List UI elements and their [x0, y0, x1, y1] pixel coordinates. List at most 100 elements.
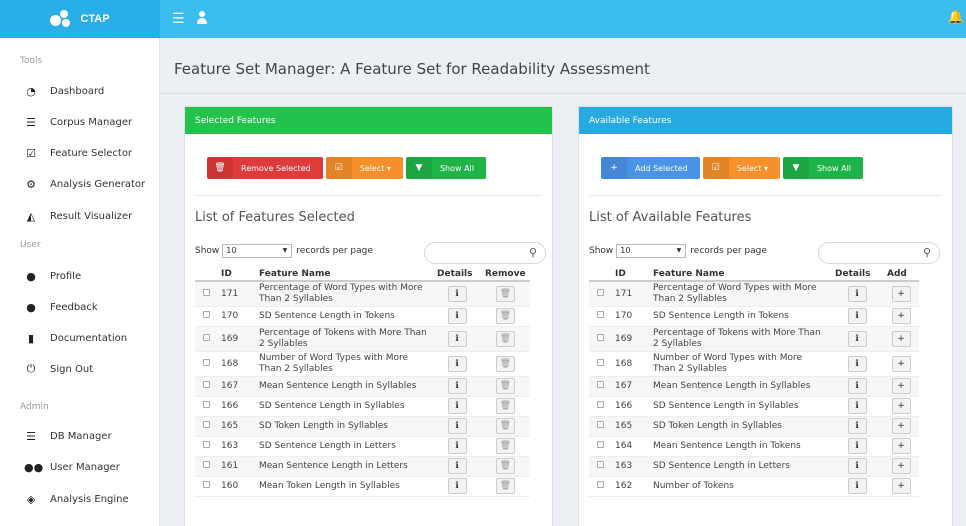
info-icon[interactable]: ℹ: [847, 418, 867, 434]
table-row[interactable]: 167 Mean Sentence Length in Syllables ℹ +: [589, 376, 919, 397]
show-all-button[interactable]: ▼ Show All: [782, 157, 864, 179]
info-icon[interactable]: ℹ: [847, 398, 867, 414]
row-checkbox[interactable]: [596, 288, 604, 296]
row-checkbox[interactable]: [202, 441, 210, 448]
sidebar-item-user-manager[interactable]: ●● User Manager: [0, 457, 160, 477]
bell-icon[interactable]: 🔔: [948, 10, 964, 25]
row-checkbox[interactable]: [596, 358, 604, 366]
trash-icon[interactable]: 🗑: [495, 330, 515, 347]
table-row[interactable]: 171 Percentage of Word Types with More Th…: [589, 281, 919, 307]
info-icon[interactable]: ℹ: [447, 398, 467, 414]
plus-icon[interactable]: +: [891, 438, 911, 454]
row-checkbox[interactable]: [202, 288, 210, 296]
search-input[interactable]: ⚲: [424, 242, 546, 264]
sidebar-item-corpus-manager[interactable]: ☰ Corpus Manager: [0, 112, 160, 132]
info-icon[interactable]: ℹ: [447, 308, 467, 324]
row-checkbox[interactable]: [202, 381, 210, 388]
row-checkbox[interactable]: [596, 481, 604, 488]
sidebar-item-feature-selector[interactable]: ☑ Feature Selector: [0, 143, 160, 163]
table-row[interactable]: 169 Percentage of Tokens with More Than 2…: [589, 326, 919, 352]
sidebar-item-db-manager[interactable]: ☰ DB Manager: [0, 426, 160, 446]
info-icon[interactable]: ℹ: [447, 438, 467, 454]
table-row[interactable]: 171 Percentage of Word Types with More Th…: [195, 281, 530, 307]
table-row[interactable]: 161 Mean Sentence Length in Letters ℹ 🗑: [195, 456, 530, 477]
info-icon[interactable]: ℹ: [447, 418, 467, 434]
row-checkbox[interactable]: [202, 311, 210, 318]
plus-icon[interactable]: +: [891, 398, 911, 414]
info-icon[interactable]: ℹ: [447, 355, 467, 372]
info-icon[interactable]: ℹ: [447, 478, 467, 494]
row-checkbox[interactable]: [596, 311, 604, 318]
plus-icon[interactable]: +: [891, 330, 911, 347]
row-checkbox[interactable]: [202, 358, 210, 366]
info-icon[interactable]: ℹ: [847, 378, 867, 394]
logo[interactable]: CTAP: [0, 0, 160, 38]
sidebar-item-analysis-engine[interactable]: ◈ Analysis Engine: [0, 489, 160, 509]
info-icon[interactable]: ℹ: [847, 330, 867, 347]
info-icon[interactable]: ℹ: [847, 478, 867, 494]
row-checkbox[interactable]: [596, 381, 604, 388]
trash-icon[interactable]: 🗑: [495, 285, 515, 302]
table-row[interactable]: 168 Number of Word Types with More Than 2…: [195, 351, 530, 377]
table-row[interactable]: 168 Number of Word Types with More Than 2…: [589, 351, 919, 377]
info-icon[interactable]: ℹ: [447, 330, 467, 347]
table-row[interactable]: 170 SD Sentence Length in Tokens ℹ 🗑: [195, 306, 530, 327]
row-checkbox[interactable]: [202, 401, 210, 408]
row-checkbox[interactable]: [596, 441, 604, 448]
menu-toggle-icon[interactable]: ☰: [172, 12, 185, 26]
row-checkbox[interactable]: [202, 333, 210, 341]
row-checkbox[interactable]: [202, 461, 210, 468]
table-row[interactable]: 164 Mean Sentence Length in Tokens ℹ +: [589, 436, 919, 457]
plus-icon[interactable]: +: [891, 478, 911, 494]
column-header-name[interactable]: Feature Name: [255, 267, 433, 282]
info-icon[interactable]: ℹ: [447, 378, 467, 394]
column-header-id[interactable]: ID: [217, 267, 255, 282]
trash-icon[interactable]: 🗑: [495, 458, 515, 474]
row-checkbox[interactable]: [596, 421, 604, 428]
table-row[interactable]: 166 SD Sentence Length in Syllables ℹ 🗑: [195, 396, 530, 417]
plus-icon[interactable]: +: [891, 378, 911, 394]
trash-icon[interactable]: 🗑: [495, 438, 515, 454]
row-checkbox[interactable]: [596, 401, 604, 408]
info-icon[interactable]: ℹ: [847, 308, 867, 324]
table-row[interactable]: 163 SD Sentence Length in Letters ℹ 🗑: [195, 436, 530, 457]
row-checkbox[interactable]: [202, 481, 210, 488]
table-row[interactable]: 165 SD Token Length in Syllables ℹ 🗑: [195, 416, 530, 437]
page-size-select[interactable]: 10 ▼: [616, 244, 687, 258]
info-icon[interactable]: ℹ: [847, 438, 867, 454]
table-row[interactable]: 167 Mean Sentence Length in Syllables ℹ 🗑: [195, 376, 530, 397]
remove-selected-button[interactable]: 🗑 Remove Selected: [207, 157, 323, 179]
plus-icon[interactable]: +: [891, 418, 911, 434]
row-checkbox[interactable]: [596, 333, 604, 341]
table-row[interactable]: 165 SD Token Length in Syllables ℹ +: [589, 416, 919, 437]
table-row[interactable]: 160 Mean Token Length in Syllables ℹ 🗑: [195, 476, 530, 497]
info-icon[interactable]: ℹ: [447, 285, 467, 302]
sidebar-item-sign-out[interactable]: ⏻ Sign Out: [0, 359, 160, 379]
trash-icon[interactable]: 🗑: [495, 378, 515, 394]
trash-icon[interactable]: 🗑: [495, 355, 515, 372]
trash-icon[interactable]: 🗑: [495, 478, 515, 494]
user-icon[interactable]: [196, 11, 208, 25]
select-dropdown-button[interactable]: ☑ Select ▾: [325, 157, 403, 179]
add-selected-button[interactable]: + Add Selected: [601, 157, 700, 179]
column-header-name[interactable]: Feature Name: [649, 267, 831, 282]
row-checkbox[interactable]: [202, 421, 210, 428]
info-icon[interactable]: ℹ: [847, 285, 867, 302]
table-row[interactable]: 169 Percentage of Tokens with More Than 2…: [195, 326, 530, 352]
info-icon[interactable]: ℹ: [847, 355, 867, 372]
select-dropdown-button[interactable]: ☑ Select ▾: [702, 157, 780, 179]
column-header-id[interactable]: ID: [611, 267, 649, 282]
table-row[interactable]: 166 SD Sentence Length in Syllables ℹ +: [589, 396, 919, 417]
plus-icon[interactable]: +: [891, 285, 911, 302]
trash-icon[interactable]: 🗑: [495, 398, 515, 414]
trash-icon[interactable]: 🗑: [495, 418, 515, 434]
table-row[interactable]: 162 Number of Tokens ℹ +: [589, 476, 919, 497]
page-size-select[interactable]: 10 ▼: [222, 244, 293, 258]
sidebar-item-profile[interactable]: ● Profile: [0, 266, 160, 286]
row-checkbox[interactable]: [596, 461, 604, 468]
table-row[interactable]: 170 SD Sentence Length in Tokens ℹ +: [589, 306, 919, 327]
search-input[interactable]: ⚲: [818, 242, 940, 264]
sidebar-item-dashboard[interactable]: ◔ Dashboard: [0, 81, 160, 101]
sidebar-item-result-visualizer[interactable]: ◭ Result Visualizer: [0, 206, 160, 226]
sidebar-item-feedback[interactable]: ● Feedback: [0, 297, 160, 317]
